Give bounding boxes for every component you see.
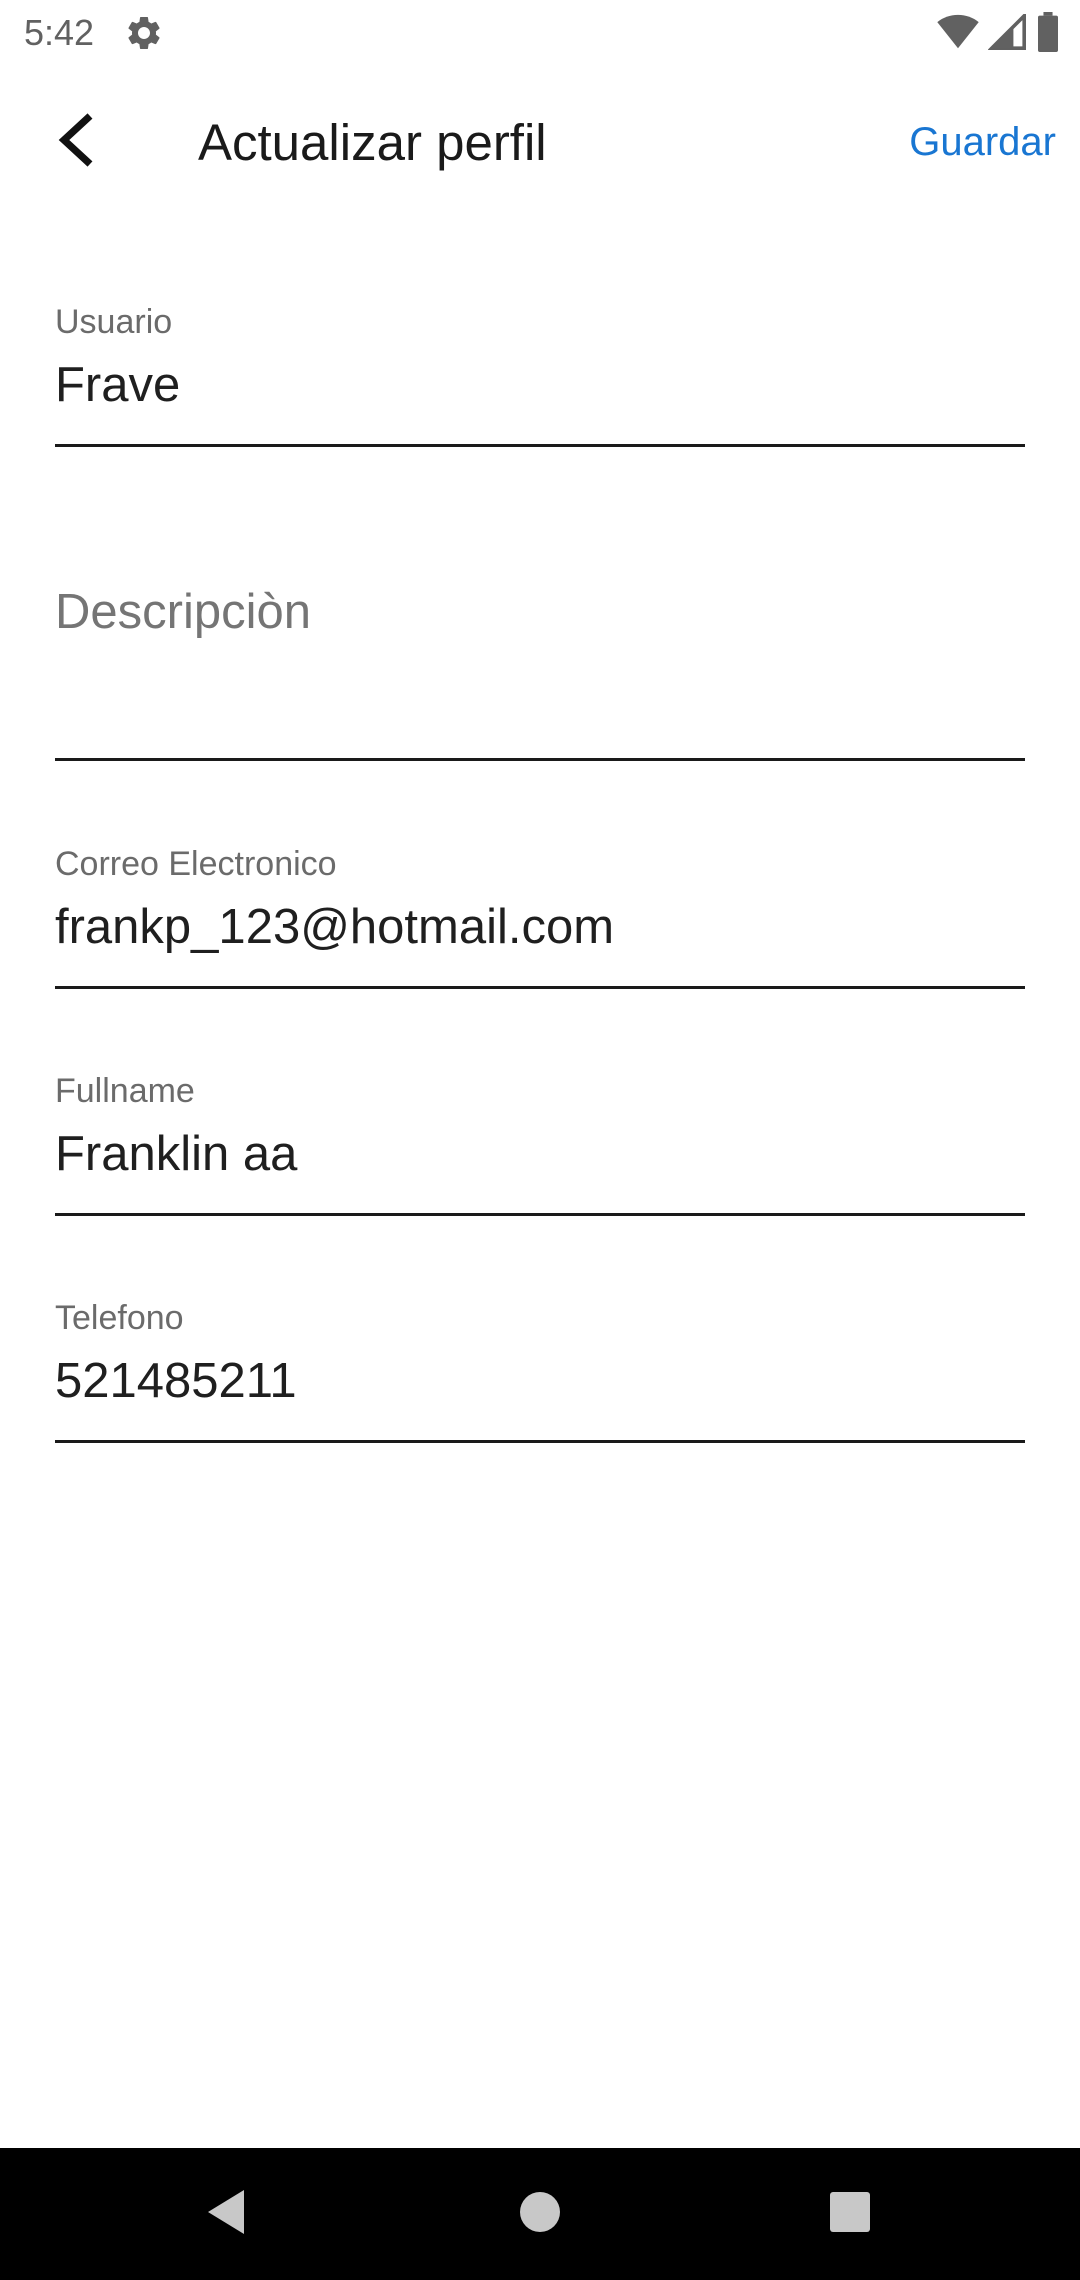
recents-square-icon <box>829 2191 871 2238</box>
system-nav-bar <box>0 2148 1080 2280</box>
username-field[interactable]: Usuario Frave <box>55 300 1025 450</box>
email-input[interactable]: frankp_123@hotmail.com <box>55 897 614 957</box>
email-label: Correo Electronico <box>55 845 337 883</box>
phone-label: Telefono <box>55 1299 184 1337</box>
fullname-field[interactable]: Fullname Franklin aa <box>55 1069 1025 1219</box>
fullname-underline <box>55 1213 1025 1216</box>
app-bar: Actualizar perfil Guardar <box>0 66 1080 220</box>
description-underline <box>55 758 1025 761</box>
phone-underline <box>55 1440 1025 1443</box>
status-time: 5:42 <box>24 12 95 53</box>
signal-icon <box>987 10 1028 55</box>
nav-back-button[interactable] <box>160 2148 292 2280</box>
fullname-label: Fullname <box>55 1072 195 1110</box>
gear-icon <box>124 13 164 53</box>
username-input[interactable]: Frave <box>55 355 180 415</box>
nav-recents-button[interactable] <box>784 2148 916 2280</box>
description-input[interactable]: Descripciòn <box>55 582 311 642</box>
status-bar: 5:42 <box>0 0 1080 66</box>
email-underline <box>55 986 1025 989</box>
page-title: Actualizar perfil <box>198 114 547 171</box>
home-circle-icon <box>519 2191 561 2238</box>
description-field[interactable]: Descripciòn <box>55 570 1025 765</box>
wifi-icon <box>936 14 980 55</box>
save-button[interactable]: Guardar <box>909 116 1056 168</box>
chevron-left-icon <box>54 112 98 173</box>
nav-home-button[interactable] <box>474 2148 606 2280</box>
back-triangle-icon <box>204 2188 248 2241</box>
battery-icon <box>1036 11 1060 57</box>
phone-input[interactable]: 521485211 <box>55 1351 297 1411</box>
back-button[interactable] <box>40 106 112 178</box>
email-field[interactable]: Correo Electronico frankp_123@hotmail.co… <box>55 842 1025 992</box>
fullname-input[interactable]: Franklin aa <box>55 1124 297 1184</box>
username-label: Usuario <box>55 303 173 341</box>
phone-field[interactable]: Telefono 521485211 <box>55 1296 1025 1446</box>
username-underline <box>55 444 1025 447</box>
update-profile-screen: 5:42 Actualizar perfil Guardar Usuario F… <box>0 0 1080 2280</box>
status-icons <box>936 10 1060 57</box>
